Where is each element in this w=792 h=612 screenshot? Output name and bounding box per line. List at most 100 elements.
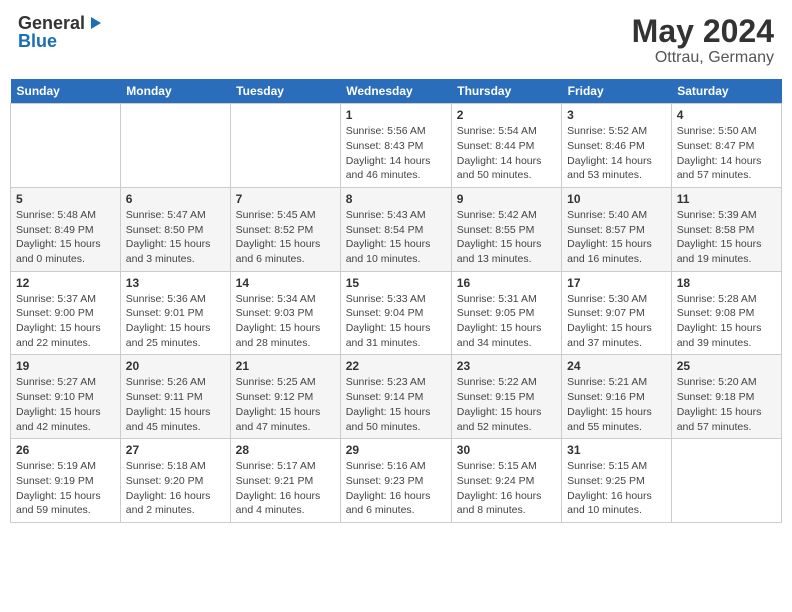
calendar-cell bbox=[11, 104, 121, 188]
calendar-cell: 29 Sunrise: 5:16 AMSunset: 9:23 PMDayligh… bbox=[340, 439, 451, 523]
day-detail: Sunrise: 5:47 AMSunset: 8:50 PMDaylight:… bbox=[126, 208, 225, 267]
calendar-cell: 12 Sunrise: 5:37 AMSunset: 9:00 PMDayligh… bbox=[11, 271, 121, 355]
day-number: 9 bbox=[457, 192, 556, 206]
day-detail: Sunrise: 5:15 AMSunset: 9:24 PMDaylight:… bbox=[457, 459, 556, 518]
calendar-cell: 13 Sunrise: 5:36 AMSunset: 9:01 PMDayligh… bbox=[120, 271, 230, 355]
calendar-cell bbox=[230, 104, 340, 188]
day-number: 29 bbox=[346, 443, 446, 457]
title-section: May 2024 Ottrau, Germany bbox=[632, 14, 774, 67]
day-detail: Sunrise: 5:39 AMSunset: 8:58 PMDaylight:… bbox=[677, 208, 776, 267]
logo-general-text: General bbox=[18, 14, 85, 32]
day-number: 8 bbox=[346, 192, 446, 206]
day-detail: Sunrise: 5:54 AMSunset: 8:44 PMDaylight:… bbox=[457, 124, 556, 183]
day-detail: Sunrise: 5:20 AMSunset: 9:18 PMDaylight:… bbox=[677, 375, 776, 434]
day-number: 21 bbox=[236, 359, 335, 373]
calendar-cell bbox=[120, 104, 230, 188]
day-number: 28 bbox=[236, 443, 335, 457]
day-number: 20 bbox=[126, 359, 225, 373]
day-detail: Sunrise: 5:45 AMSunset: 8:52 PMDaylight:… bbox=[236, 208, 335, 267]
day-detail: Sunrise: 5:26 AMSunset: 9:11 PMDaylight:… bbox=[126, 375, 225, 434]
logo-arrow-icon bbox=[87, 15, 103, 31]
day-detail: Sunrise: 5:23 AMSunset: 9:14 PMDaylight:… bbox=[346, 375, 446, 434]
logo-blue-text: Blue bbox=[18, 32, 57, 50]
day-detail: Sunrise: 5:21 AMSunset: 9:16 PMDaylight:… bbox=[567, 375, 666, 434]
header-monday: Monday bbox=[120, 79, 230, 104]
header-wednesday: Wednesday bbox=[340, 79, 451, 104]
header-sunday: Sunday bbox=[11, 79, 121, 104]
day-detail: Sunrise: 5:34 AMSunset: 9:03 PMDaylight:… bbox=[236, 292, 335, 351]
day-number: 17 bbox=[567, 276, 666, 290]
calendar-cell: 27 Sunrise: 5:18 AMSunset: 9:20 PMDayligh… bbox=[120, 439, 230, 523]
header-saturday: Saturday bbox=[671, 79, 781, 104]
calendar-cell: 9Sunrise: 5:42 AMSunset: 8:55 PMDaylight… bbox=[451, 187, 561, 271]
calendar-cell: 6 Sunrise: 5:47 AMSunset: 8:50 PMDaylight… bbox=[120, 187, 230, 271]
calendar-cell: 14Sunrise: 5:34 AMSunset: 9:03 PMDayligh… bbox=[230, 271, 340, 355]
calendar-cell: 4Sunrise: 5:50 AMSunset: 8:47 PMDaylight… bbox=[671, 104, 781, 188]
day-number: 6 bbox=[126, 192, 225, 206]
calendar-cell: 20 Sunrise: 5:26 AMSunset: 9:11 PMDayligh… bbox=[120, 355, 230, 439]
day-number: 27 bbox=[126, 443, 225, 457]
day-number: 24 bbox=[567, 359, 666, 373]
day-detail: Sunrise: 5:52 AMSunset: 8:46 PMDaylight:… bbox=[567, 124, 666, 183]
calendar-cell bbox=[671, 439, 781, 523]
day-detail: Sunrise: 5:56 AMSunset: 8:43 PMDaylight:… bbox=[346, 124, 446, 183]
day-detail: Sunrise: 5:28 AMSunset: 9:08 PMDaylight:… bbox=[677, 292, 776, 351]
day-number: 16 bbox=[457, 276, 556, 290]
day-number: 31 bbox=[567, 443, 666, 457]
day-detail: Sunrise: 5:16 AMSunset: 9:23 PMDaylight:… bbox=[346, 459, 446, 518]
calendar-cell: 17 Sunrise: 5:30 AMSunset: 9:07 PMDayligh… bbox=[562, 271, 672, 355]
week-row-5: 26Sunrise: 5:19 AMSunset: 9:19 PMDayligh… bbox=[11, 439, 782, 523]
day-number: 7 bbox=[236, 192, 335, 206]
day-detail: Sunrise: 5:33 AMSunset: 9:04 PMDaylight:… bbox=[346, 292, 446, 351]
calendar-cell: 5Sunrise: 5:48 AMSunset: 8:49 PMDaylight… bbox=[11, 187, 121, 271]
calendar-cell: 23 Sunrise: 5:22 AMSunset: 9:15 PMDayligh… bbox=[451, 355, 561, 439]
calendar-cell: 8 Sunrise: 5:43 AMSunset: 8:54 PMDaylight… bbox=[340, 187, 451, 271]
day-number: 19 bbox=[16, 359, 115, 373]
day-detail: Sunrise: 5:17 AMSunset: 9:21 PMDaylight:… bbox=[236, 459, 335, 518]
calendar-cell: 3 Sunrise: 5:52 AMSunset: 8:46 PMDaylight… bbox=[562, 104, 672, 188]
day-number: 30 bbox=[457, 443, 556, 457]
day-detail: Sunrise: 5:18 AMSunset: 9:20 PMDaylight:… bbox=[126, 459, 225, 518]
day-number: 23 bbox=[457, 359, 556, 373]
calendar-cell: 16 Sunrise: 5:31 AMSunset: 9:05 PMDayligh… bbox=[451, 271, 561, 355]
calendar-cell: 21 Sunrise: 5:25 AMSunset: 9:12 PMDayligh… bbox=[230, 355, 340, 439]
day-detail: Sunrise: 5:36 AMSunset: 9:01 PMDaylight:… bbox=[126, 292, 225, 351]
calendar-cell: 24 Sunrise: 5:21 AMSunset: 9:16 PMDayligh… bbox=[562, 355, 672, 439]
day-detail: Sunrise: 5:40 AMSunset: 8:57 PMDaylight:… bbox=[567, 208, 666, 267]
day-detail: Sunrise: 5:43 AMSunset: 8:54 PMDaylight:… bbox=[346, 208, 446, 267]
week-row-4: 19 Sunrise: 5:27 AMSunset: 9:10 PMDayligh… bbox=[11, 355, 782, 439]
calendar-cell: 11Sunrise: 5:39 AMSunset: 8:58 PMDayligh… bbox=[671, 187, 781, 271]
logo: General Blue bbox=[18, 14, 103, 50]
day-detail: Sunrise: 5:30 AMSunset: 9:07 PMDaylight:… bbox=[567, 292, 666, 351]
day-number: 18 bbox=[677, 276, 776, 290]
month-title: May 2024 bbox=[632, 14, 774, 49]
location-title: Ottrau, Germany bbox=[632, 49, 774, 67]
header-thursday: Thursday bbox=[451, 79, 561, 104]
calendar-body: 1 Sunrise: 5:56 AMSunset: 8:43 PMDaylight… bbox=[11, 104, 782, 523]
day-number: 5 bbox=[16, 192, 115, 206]
day-number: 22 bbox=[346, 359, 446, 373]
header-tuesday: Tuesday bbox=[230, 79, 340, 104]
day-number: 13 bbox=[126, 276, 225, 290]
day-detail: Sunrise: 5:19 AMSunset: 9:19 PMDaylight:… bbox=[16, 459, 115, 518]
day-detail: Sunrise: 5:15 AMSunset: 9:25 PMDaylight:… bbox=[567, 459, 666, 518]
day-number: 4 bbox=[677, 108, 776, 122]
calendar-cell: 26Sunrise: 5:19 AMSunset: 9:19 PMDayligh… bbox=[11, 439, 121, 523]
day-number: 10 bbox=[567, 192, 666, 206]
day-detail: Sunrise: 5:25 AMSunset: 9:12 PMDaylight:… bbox=[236, 375, 335, 434]
day-number: 12 bbox=[16, 276, 115, 290]
day-detail: Sunrise: 5:37 AMSunset: 9:00 PMDaylight:… bbox=[16, 292, 115, 351]
day-detail: Sunrise: 5:27 AMSunset: 9:10 PMDaylight:… bbox=[16, 375, 115, 434]
day-detail: Sunrise: 5:31 AMSunset: 9:05 PMDaylight:… bbox=[457, 292, 556, 351]
calendar-cell: 2Sunrise: 5:54 AMSunset: 8:44 PMDaylight… bbox=[451, 104, 561, 188]
day-number: 15 bbox=[346, 276, 446, 290]
day-number: 1 bbox=[346, 108, 446, 122]
day-detail: Sunrise: 5:22 AMSunset: 9:15 PMDaylight:… bbox=[457, 375, 556, 434]
calendar-cell: 19 Sunrise: 5:27 AMSunset: 9:10 PMDayligh… bbox=[11, 355, 121, 439]
day-number: 3 bbox=[567, 108, 666, 122]
calendar-table: SundayMondayTuesdayWednesdayThursdayFrid… bbox=[10, 79, 782, 523]
header-friday: Friday bbox=[562, 79, 672, 104]
calendar-cell: 18 Sunrise: 5:28 AMSunset: 9:08 PMDayligh… bbox=[671, 271, 781, 355]
calendar-cell: 7 Sunrise: 5:45 AMSunset: 8:52 PMDaylight… bbox=[230, 187, 340, 271]
calendar-cell: 1 Sunrise: 5:56 AMSunset: 8:43 PMDaylight… bbox=[340, 104, 451, 188]
